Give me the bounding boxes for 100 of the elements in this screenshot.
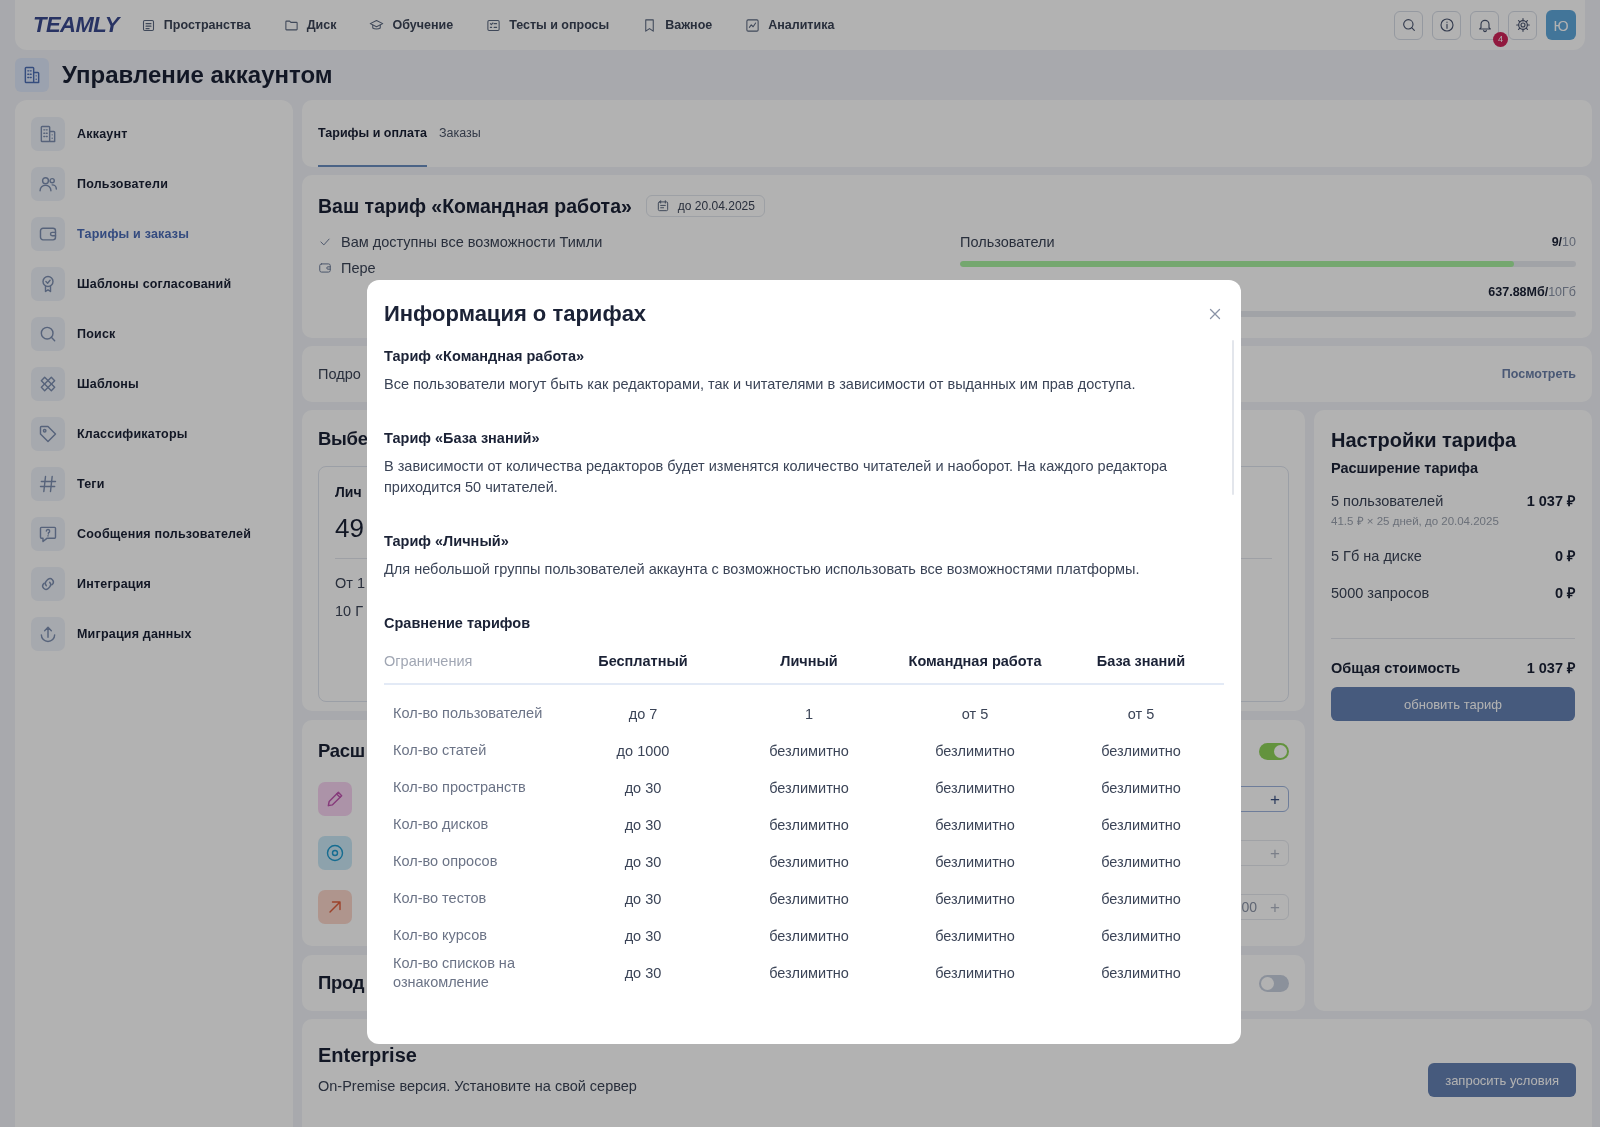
tab[interactable]: Тарифы и оплата [318, 100, 427, 167]
search-icon [38, 324, 58, 344]
nav-link[interactable]: Тесты и опросы [486, 17, 610, 33]
tariff-description: Все пользователи могут быть как редакторами, так и читателями в зависимости от выданных им прав доступа. [384, 375, 1137, 394]
sidebar-item[interactable]: Шаблоны согласований [31, 267, 277, 301]
table-cell-text: безлимитно [1100, 965, 1182, 981]
sidebar-item[interactable]: Теги [31, 467, 277, 501]
price-note: 41.5 ₽ × 25 дней, до 20.04.2025 [1331, 514, 1500, 528]
table-cell-text: от 5 [1126, 705, 1156, 722]
section-title: Enterprise [318, 1043, 417, 1067]
table-cell-text: до 30 [623, 816, 663, 833]
table-cell-text: безлимитно [934, 890, 1016, 907]
plan-price: 49 [335, 513, 364, 544]
disc-icon [325, 843, 345, 863]
table-cell-text: до 30 [623, 927, 663, 944]
tariff-title: Ваш тариф «Командная работа» [318, 194, 632, 218]
nav-link[interactable]: Обучение [369, 17, 454, 33]
tag-icon [38, 424, 58, 444]
sidebar-item[interactable]: Аккаунт [31, 117, 277, 151]
folder-icon [283, 17, 299, 33]
request-terms-button[interactable]: запросить условия [1428, 1063, 1576, 1097]
plan-feature: От 1 [335, 575, 365, 591]
column-header: Ограничения [384, 653, 474, 669]
plus-button[interactable]: + [1267, 790, 1283, 808]
graduation-cap-icon [369, 17, 385, 33]
table-cell-text: Кол-во тестов [392, 889, 488, 908]
table-cell-text: Кол-во статей [392, 741, 488, 760]
table-cell-text: безлимитно [1100, 742, 1182, 759]
sidebar-item[interactable]: Поиск [31, 317, 277, 351]
table-cell-text: безлимитно [768, 853, 850, 870]
nav-link[interactable]: Важное [642, 17, 713, 33]
table-cell-text: до 30 [623, 853, 663, 870]
table-cell-text: от 5 [960, 705, 990, 722]
sidebar-item[interactable]: Тарифы и заказы [31, 217, 277, 251]
view-link[interactable]: Посмотреть [1501, 367, 1576, 381]
comparison-title: Сравнение тарифов [384, 614, 532, 633]
table-cell-text: безлимитно [934, 853, 1016, 870]
column-header: Командная работа [907, 653, 1043, 669]
nav-link[interactable]: Диск [283, 17, 337, 33]
search-button[interactable] [1394, 10, 1423, 40]
logo[interactable]: TEAMLY [33, 12, 119, 38]
table-cell-text: безлимитно [1100, 779, 1182, 796]
building-icon [38, 124, 58, 144]
info-button[interactable] [1432, 10, 1461, 40]
calendar-icon [655, 199, 670, 213]
search-icon [1400, 17, 1417, 33]
table-cell-text: Кол-во курсов [392, 926, 488, 945]
table-cell-text: 1 [803, 705, 815, 722]
total-price: 1 037 ₽ [1526, 659, 1575, 677]
table-cell-text: безлимитно [1100, 816, 1182, 833]
table-cell-text: до 30 [623, 779, 663, 796]
nav-link[interactable]: Пространства [140, 17, 251, 33]
table-cell-text: Кол-во пользователей [392, 704, 544, 723]
plan-feature: 10 Г [335, 603, 363, 619]
table-cell-text: безлимитно [934, 816, 1016, 833]
toggle-switch[interactable] [1259, 742, 1289, 760]
table-cell-text: безлимитно [934, 779, 1016, 796]
bell-icon [1476, 17, 1493, 33]
table-cell-text: безлимитно [768, 965, 850, 981]
notifications-button[interactable] [1470, 10, 1499, 40]
option-price: 0 ₽ [1554, 584, 1575, 602]
update-plan-button[interactable]: обновить тариф [1331, 687, 1575, 721]
panel-subtitle: Расширение тарифа [1331, 460, 1479, 476]
table-cell-text: до 30 [623, 890, 663, 907]
tab[interactable]: Заказы [439, 100, 481, 167]
tariff-heading: Тариф «Командная работа» [384, 347, 586, 366]
section-title: Прод [318, 971, 365, 995]
table-cell-text: безлимитно [1100, 853, 1182, 870]
settings-icon [1514, 17, 1531, 33]
sidebar-item[interactable]: Миграция данных [31, 617, 277, 651]
table-cell-text: до 30 [623, 965, 663, 981]
table-cell-text: безлимитно [934, 965, 1016, 981]
settings-button[interactable] [1508, 10, 1537, 40]
toggle-switch[interactable] [1259, 974, 1289, 992]
modal-title: Информация о тарифах [384, 301, 647, 327]
usage-value: 637.88Мб/10Гб [1488, 285, 1576, 299]
details-text: Подро [318, 366, 361, 382]
table-cell-text: Кол-во опросов [392, 852, 499, 871]
nav-link[interactable]: Аналитика [745, 17, 835, 33]
hash-icon [38, 474, 58, 494]
sidebar-item[interactable]: Пользователи [31, 167, 277, 201]
building-icon [22, 65, 42, 85]
table-cell-text: безлимитно [768, 779, 850, 796]
table-cell-text: Кол-во списков на ознакомление [392, 954, 516, 992]
table-cell-text: безлимитно [934, 927, 1016, 944]
plan-name: Лич [335, 484, 362, 500]
option-label: 5000 запросов [1331, 585, 1430, 601]
table-cell-text: безлимитно [934, 742, 1016, 759]
tools-icon [38, 374, 58, 394]
wallet-icon [38, 224, 58, 244]
pencil-icon [325, 789, 345, 809]
sidebar-item[interactable]: Шаблоны [31, 367, 277, 401]
option-label: 5 Гб на диске [1331, 548, 1422, 564]
enterprise-text: On-Premise версия. Установите на свой сервер [318, 1078, 637, 1094]
sidebar-item[interactable]: Сообщения пользователей [31, 517, 277, 551]
checklist-icon [486, 17, 502, 33]
sidebar-item[interactable]: Интеграция [31, 567, 277, 601]
table-cell-text: до 7 [627, 705, 659, 722]
sidebar-item[interactable]: Классификаторы [31, 417, 277, 451]
column-header: Бесплатный [597, 653, 689, 669]
